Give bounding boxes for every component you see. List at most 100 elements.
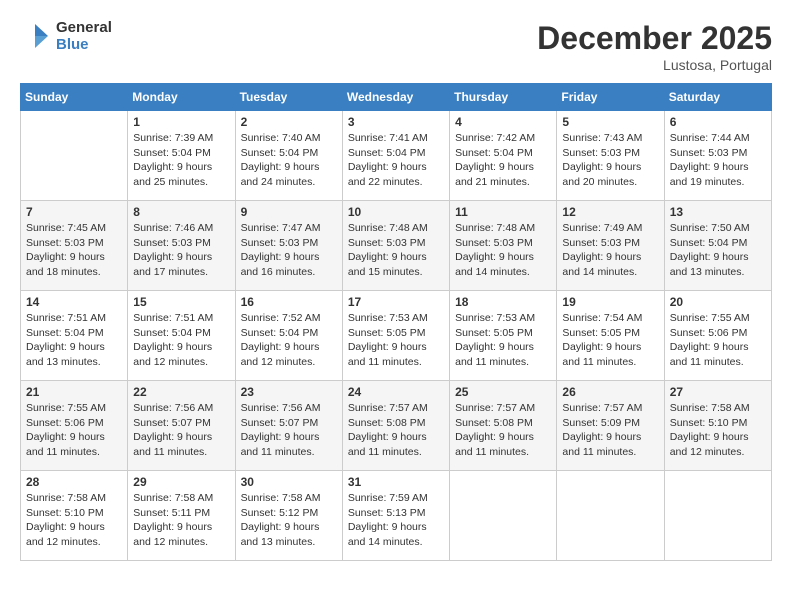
day-info: Sunrise: 7:57 AM Sunset: 5:08 PM Dayligh… xyxy=(455,401,551,460)
calendar-cell: 2Sunrise: 7:40 AM Sunset: 5:04 PM Daylig… xyxy=(235,111,342,201)
day-number: 17 xyxy=(348,295,444,309)
day-number: 9 xyxy=(241,205,337,219)
logo-line2: Blue xyxy=(56,37,112,54)
calendar-week-2: 7Sunrise: 7:45 AM Sunset: 5:03 PM Daylig… xyxy=(21,201,772,291)
day-info: Sunrise: 7:50 AM Sunset: 5:04 PM Dayligh… xyxy=(670,221,766,280)
day-number: 7 xyxy=(26,205,122,219)
day-info: Sunrise: 7:57 AM Sunset: 5:09 PM Dayligh… xyxy=(562,401,658,460)
header-cell-sunday: Sunday xyxy=(21,84,128,111)
day-number: 15 xyxy=(133,295,229,309)
calendar-cell: 25 Sunrise: 7:57 AM Sunset: 5:08 PM Dayli… xyxy=(450,381,557,471)
calendar-week-1: 1 Sunrise: 7:39 AM Sunset: 5:04 PM Daylig… xyxy=(21,111,772,201)
calendar-cell: 14 Sunrise: 7:51 AM Sunset: 5:04 PM Dayli… xyxy=(21,291,128,381)
calendar-cell: 21 Sunrise: 7:55 AM Sunset: 5:06 PM Dayli… xyxy=(21,381,128,471)
calendar-table: SundayMondayTuesdayWednesdayThursdayFrid… xyxy=(20,83,772,561)
day-info: Sunrise: 7:48 AM Sunset: 5:03 PM Dayligh… xyxy=(455,221,551,280)
header-cell-friday: Friday xyxy=(557,84,664,111)
day-number: 30 xyxy=(241,475,337,489)
day-number: 21 xyxy=(26,385,122,399)
day-info: Sunrise: 7:44 AM Sunset: 5:03 PM Dayligh… xyxy=(670,131,766,190)
day-info: Sunrise: 7:54 AM Sunset: 5:05 PM Dayligh… xyxy=(562,311,658,370)
calendar-cell: 31 Sunrise: 7:59 AM Sunset: 5:13 PM Dayli… xyxy=(342,471,449,561)
header-cell-saturday: Saturday xyxy=(664,84,771,111)
calendar-cell: 15 Sunrise: 7:51 AM Sunset: 5:04 PM Dayli… xyxy=(128,291,235,381)
calendar-cell: 6 Sunrise: 7:44 AM Sunset: 5:03 PM Daylig… xyxy=(664,111,771,201)
day-number: 23 xyxy=(241,385,337,399)
day-info: Sunrise: 7:58 AM Sunset: 5:10 PM Dayligh… xyxy=(26,491,122,550)
day-info: Sunrise: 7:52 AM Sunset: 5:04 PM Dayligh… xyxy=(241,311,337,370)
day-number: 14 xyxy=(26,295,122,309)
header-cell-wednesday: Wednesday xyxy=(342,84,449,111)
day-number: 25 xyxy=(455,385,551,399)
calendar-body: 1 Sunrise: 7:39 AM Sunset: 5:04 PM Daylig… xyxy=(21,111,772,561)
day-info: Sunrise: 7:58 AM Sunset: 5:11 PM Dayligh… xyxy=(133,491,229,550)
day-info: Sunrise: 7:53 AM Sunset: 5:05 PM Dayligh… xyxy=(455,311,551,370)
day-number: 20 xyxy=(670,295,766,309)
day-info: Sunrise: 7:41 AM Sunset: 5:04 PM Dayligh… xyxy=(348,131,444,190)
calendar-cell xyxy=(664,471,771,561)
logo-line1: General xyxy=(56,20,112,37)
day-number: 22 xyxy=(133,385,229,399)
day-info: Sunrise: 7:56 AM Sunset: 5:07 PM Dayligh… xyxy=(133,401,229,460)
day-info: Sunrise: 7:55 AM Sunset: 5:06 PM Dayligh… xyxy=(26,401,122,460)
day-info: Sunrise: 7:59 AM Sunset: 5:13 PM Dayligh… xyxy=(348,491,444,550)
day-info: Sunrise: 7:47 AM Sunset: 5:03 PM Dayligh… xyxy=(241,221,337,280)
logo-text: General Blue xyxy=(56,20,112,53)
day-number: 8 xyxy=(133,205,229,219)
day-number: 10 xyxy=(348,205,444,219)
day-number: 1 xyxy=(133,115,229,129)
title-block: December 2025 Lustosa, Portugal xyxy=(537,20,772,73)
day-info: Sunrise: 7:51 AM Sunset: 5:04 PM Dayligh… xyxy=(26,311,122,370)
day-number: 5 xyxy=(562,115,658,129)
day-info: Sunrise: 7:56 AM Sunset: 5:07 PM Dayligh… xyxy=(241,401,337,460)
day-number: 3 xyxy=(348,115,444,129)
day-number: 18 xyxy=(455,295,551,309)
calendar-cell: 28 Sunrise: 7:58 AM Sunset: 5:10 PM Dayli… xyxy=(21,471,128,561)
calendar-cell: 10Sunrise: 7:48 AM Sunset: 5:03 PM Dayli… xyxy=(342,201,449,291)
day-info: Sunrise: 7:39 AM Sunset: 5:04 PM Dayligh… xyxy=(133,131,229,190)
calendar-cell: 29Sunrise: 7:58 AM Sunset: 5:11 PM Dayli… xyxy=(128,471,235,561)
day-info: Sunrise: 7:49 AM Sunset: 5:03 PM Dayligh… xyxy=(562,221,658,280)
day-number: 28 xyxy=(26,475,122,489)
day-number: 6 xyxy=(670,115,766,129)
calendar-cell: 26Sunrise: 7:57 AM Sunset: 5:09 PM Dayli… xyxy=(557,381,664,471)
calendar-week-4: 21 Sunrise: 7:55 AM Sunset: 5:06 PM Dayli… xyxy=(21,381,772,471)
calendar-cell: 27Sunrise: 7:58 AM Sunset: 5:10 PM Dayli… xyxy=(664,381,771,471)
calendar-cell: 4 Sunrise: 7:42 AM Sunset: 5:04 PM Daylig… xyxy=(450,111,557,201)
day-number: 31 xyxy=(348,475,444,489)
calendar-cell: 8 Sunrise: 7:46 AM Sunset: 5:03 PM Daylig… xyxy=(128,201,235,291)
logo-icon xyxy=(20,22,50,52)
calendar-cell: 18 Sunrise: 7:53 AM Sunset: 5:05 PM Dayli… xyxy=(450,291,557,381)
day-info: Sunrise: 7:55 AM Sunset: 5:06 PM Dayligh… xyxy=(670,311,766,370)
calendar-header-row: SundayMondayTuesdayWednesdayThursdayFrid… xyxy=(21,84,772,111)
calendar-cell xyxy=(450,471,557,561)
calendar-cell: 9 Sunrise: 7:47 AM Sunset: 5:03 PM Daylig… xyxy=(235,201,342,291)
header-cell-tuesday: Tuesday xyxy=(235,84,342,111)
day-info: Sunrise: 7:51 AM Sunset: 5:04 PM Dayligh… xyxy=(133,311,229,370)
day-info: Sunrise: 7:40 AM Sunset: 5:04 PM Dayligh… xyxy=(241,131,337,190)
header-cell-thursday: Thursday xyxy=(450,84,557,111)
day-info: Sunrise: 7:43 AM Sunset: 5:03 PM Dayligh… xyxy=(562,131,658,190)
calendar-cell: 19 Sunrise: 7:54 AM Sunset: 5:05 PM Dayli… xyxy=(557,291,664,381)
calendar-cell: 5 Sunrise: 7:43 AM Sunset: 5:03 PM Daylig… xyxy=(557,111,664,201)
calendar-cell: 11 Sunrise: 7:48 AM Sunset: 5:03 PM Dayli… xyxy=(450,201,557,291)
day-info: Sunrise: 7:53 AM Sunset: 5:05 PM Dayligh… xyxy=(348,311,444,370)
calendar-week-5: 28 Sunrise: 7:58 AM Sunset: 5:10 PM Dayli… xyxy=(21,471,772,561)
calendar-cell: 20 Sunrise: 7:55 AM Sunset: 5:06 PM Dayli… xyxy=(664,291,771,381)
header-cell-monday: Monday xyxy=(128,84,235,111)
calendar-cell: 13 Sunrise: 7:50 AM Sunset: 5:04 PM Dayli… xyxy=(664,201,771,291)
day-info: Sunrise: 7:42 AM Sunset: 5:04 PM Dayligh… xyxy=(455,131,551,190)
calendar-cell: 30 Sunrise: 7:58 AM Sunset: 5:12 PM Dayli… xyxy=(235,471,342,561)
calendar-cell: 23 Sunrise: 7:56 AM Sunset: 5:07 PM Dayli… xyxy=(235,381,342,471)
day-number: 27 xyxy=(670,385,766,399)
day-number: 13 xyxy=(670,205,766,219)
day-number: 4 xyxy=(455,115,551,129)
day-info: Sunrise: 7:46 AM Sunset: 5:03 PM Dayligh… xyxy=(133,221,229,280)
page-header: General Blue December 2025 Lustosa, Port… xyxy=(20,20,772,73)
day-number: 11 xyxy=(455,205,551,219)
day-number: 12 xyxy=(562,205,658,219)
calendar-cell: 3 Sunrise: 7:41 AM Sunset: 5:04 PM Daylig… xyxy=(342,111,449,201)
calendar-cell xyxy=(21,111,128,201)
day-info: Sunrise: 7:58 AM Sunset: 5:12 PM Dayligh… xyxy=(241,491,337,550)
day-number: 19 xyxy=(562,295,658,309)
